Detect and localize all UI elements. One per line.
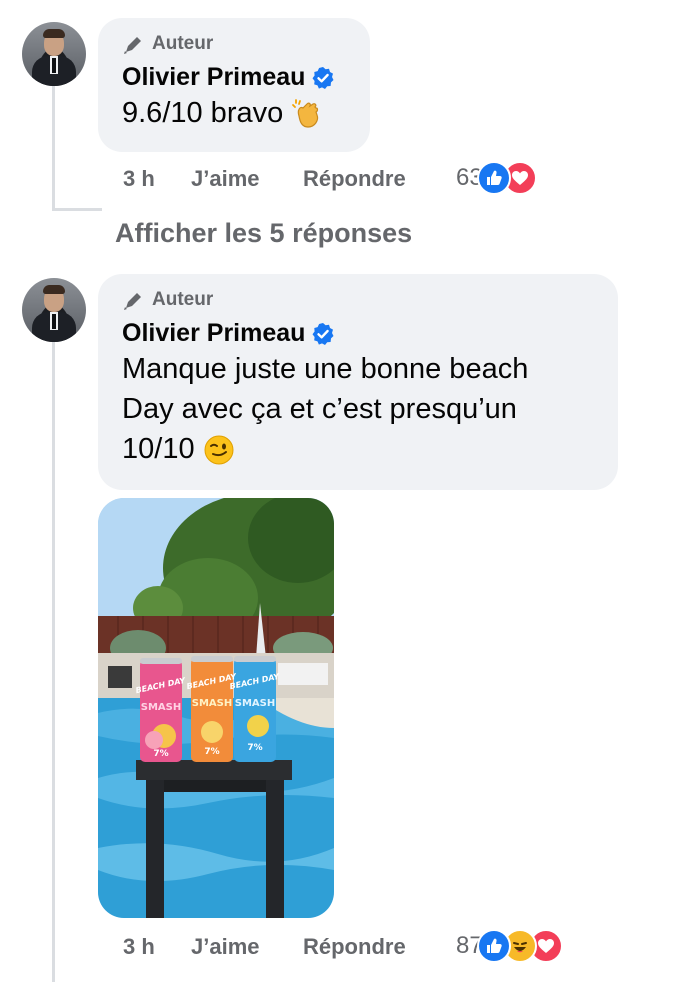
comment-text-line: Manque juste une bonne beach (122, 353, 529, 385)
reply-button[interactable]: Répondre (303, 934, 457, 960)
photo-attachment[interactable]: BEACH DAY SMASH 7% BEACH DAY SMASH 7% BE… (98, 498, 334, 918)
reaction-summary[interactable]: 87 (456, 929, 563, 963)
avatar[interactable] (22, 278, 86, 342)
comment-bubble: Auteur Olivier Primeau Manque juste une … (98, 274, 618, 490)
author-badge: Auteur (122, 32, 346, 56)
like-button[interactable]: J’aime (191, 934, 303, 960)
author-badge-label: Auteur (152, 289, 214, 310)
comment-text-content: 9.6/10 bravo (122, 97, 284, 129)
like-button[interactable]: J’aime (191, 166, 303, 192)
pen-icon (124, 293, 141, 310)
comment-text-line: 10/10 (122, 433, 195, 465)
comment-bubble: Auteur Olivier Primeau 9.6/10 bravo (98, 18, 370, 152)
like-icon (476, 929, 511, 963)
winking-face-emoji (204, 435, 234, 465)
author-name[interactable]: Olivier Primeau (122, 63, 305, 92)
comment-actions: 3 h J’aime Répondre (123, 166, 457, 192)
avatar[interactable] (22, 22, 86, 86)
thread-line-elbow (52, 208, 102, 211)
reply-button[interactable]: Répondre (303, 166, 457, 192)
can-brand-text: SMASH (192, 698, 232, 709)
can-abv-text: 7% (153, 749, 168, 759)
reaction-summary[interactable]: 63 (456, 161, 537, 195)
can-abv-text: 7% (247, 743, 262, 753)
verified-badge-icon (312, 322, 334, 345)
can-abv-text: 7% (204, 747, 219, 757)
can-brand-text: SMASH (235, 698, 275, 709)
thread-line-1 (52, 86, 55, 211)
author-badge: Auteur (122, 288, 594, 312)
comment-text: 9.6/10 bravo (122, 93, 346, 133)
beach-day-cans-photo: BEACH DAY SMASH 7% BEACH DAY SMASH 7% BE… (98, 498, 334, 918)
pen-icon (124, 37, 141, 54)
clapping-hands-emoji (292, 99, 319, 128)
comment-text: Manque juste une bonne beach Day avec ça… (122, 349, 594, 469)
verified-badge-icon (312, 66, 334, 89)
comment-actions: 3 h J’aime Répondre (123, 934, 457, 960)
author-badge-label: Auteur (152, 33, 214, 54)
timestamp[interactable]: 3 h (123, 934, 191, 960)
show-replies-link[interactable]: Afficher les 5 réponses (115, 218, 412, 249)
thread-line-2 (52, 342, 55, 982)
author-name[interactable]: Olivier Primeau (122, 319, 305, 348)
timestamp[interactable]: 3 h (123, 166, 191, 192)
can-brand-text: SMASH (141, 702, 181, 713)
like-icon (476, 161, 511, 195)
comment-text-line: Day avec ça et c’est presqu’un (122, 393, 517, 425)
